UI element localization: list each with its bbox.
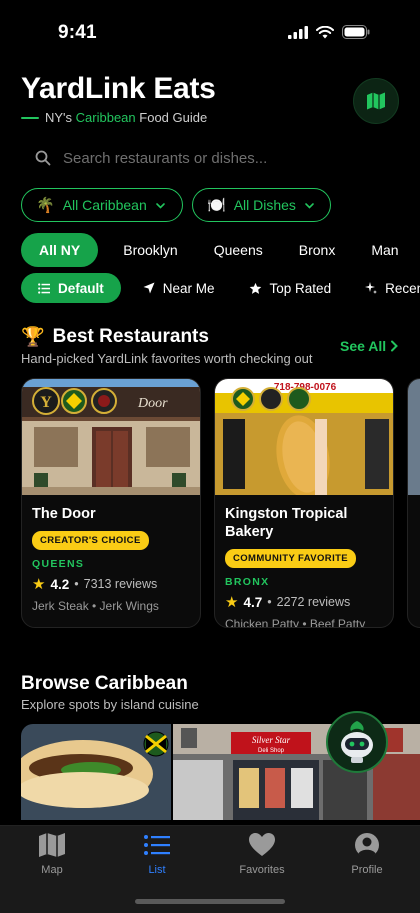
- tab-brooklyn[interactable]: Brooklyn: [98, 233, 195, 267]
- review-count: 2272 reviews: [276, 595, 351, 609]
- tab-queens[interactable]: Queens: [196, 233, 281, 267]
- restaurant-name: Kingston Tropical Bakery: [225, 506, 348, 540]
- app-subtitle: NY's Caribbean Food Guide: [21, 110, 207, 125]
- sort-default[interactable]: Default: [21, 273, 121, 303]
- app-title: YardLink Eats: [21, 72, 216, 105]
- rating-value: 4.2: [50, 576, 70, 592]
- status-icons: [288, 25, 370, 39]
- trophy-icon: 🏆: [21, 327, 45, 348]
- plate-icon: 🍽️: [207, 197, 226, 214]
- tab-manhattan[interactable]: Man: [353, 233, 416, 267]
- see-all-link[interactable]: See All: [340, 338, 399, 354]
- search-input[interactable]: [63, 149, 363, 167]
- restaurant-photo: Y Door: [22, 379, 200, 495]
- tab-favorites-label: Favorites: [239, 864, 285, 876]
- restaurant-card[interactable]: 718-798-0076 Kingston Tropical Bakery CO…: [214, 378, 394, 628]
- signature-dishes: Jerk Steak • Jerk Wings: [32, 599, 159, 613]
- borough-label: BRONX: [225, 576, 270, 588]
- tab-map[interactable]: Map: [17, 832, 87, 876]
- tab-list-label: List: [148, 864, 166, 876]
- sort-top-rated[interactable]: Top Rated: [232, 273, 349, 303]
- review-count: 7313 reviews: [83, 577, 158, 591]
- map-view-button[interactable]: [353, 78, 399, 124]
- dot-separator: •: [267, 595, 272, 609]
- star-icon: ★: [225, 594, 239, 611]
- tab-list[interactable]: List: [122, 832, 192, 876]
- rating-row: ★ 4.2 • 7313 reviews: [32, 575, 200, 593]
- borough-label: QUEENS: [32, 558, 85, 570]
- shop-sign-text: Silver Star: [252, 735, 291, 745]
- location-arrow-icon: [143, 282, 155, 294]
- map-icon: [39, 833, 65, 857]
- browse-caribbean-subtitle: Explore spots by island cuisine: [21, 697, 199, 712]
- browse-caribbean-title: Browse Caribbean: [21, 673, 188, 694]
- sort-top-rated-label: Top Rated: [269, 280, 332, 296]
- subtitle-prefix: NY's: [45, 110, 76, 125]
- sort-near-me[interactable]: Near Me: [121, 273, 232, 303]
- dishes-filter[interactable]: 🍽️ All Dishes: [192, 188, 331, 222]
- wifi-icon: [316, 25, 334, 38]
- tab-all-ny[interactable]: All NY: [21, 233, 99, 267]
- restaurant-name: The Door: [32, 506, 96, 522]
- star-icon: [249, 282, 261, 294]
- dishes-filter-label: All Dishes: [233, 197, 296, 213]
- profile-icon: [355, 833, 379, 858]
- heart-icon: [249, 833, 275, 856]
- svg-text:Deli Shop: Deli Shop: [258, 748, 285, 754]
- creators-choice-badge: CREATOR'S CHOICE: [32, 531, 149, 550]
- best-restaurants-title: 🏆 Best Restaurants: [21, 325, 209, 349]
- tab-map-label: Map: [41, 864, 63, 876]
- region-tabs: All NY Brooklyn Queens Bronx Man: [21, 233, 417, 267]
- search-bar[interactable]: [21, 138, 399, 178]
- sparkle-icon: [365, 282, 378, 294]
- signal-icon: [288, 25, 308, 39]
- community-favorite-badge: COMMUNITY FAVORITE: [225, 549, 357, 568]
- status-bar: 9:41: [0, 0, 420, 62]
- cuisine-filter[interactable]: 🌴 All Caribbean: [21, 188, 183, 222]
- tab-profile-label: Profile: [351, 864, 383, 876]
- list-icon: [38, 282, 50, 294]
- search-icon: [35, 150, 51, 166]
- map-icon: [367, 92, 385, 110]
- best-restaurants-subtitle: Hand-picked YardLink favorites worth che…: [21, 351, 313, 366]
- assistant-bot-button[interactable]: [326, 711, 388, 773]
- subtitle-highlight: Caribbean: [75, 110, 136, 125]
- tab-favorites[interactable]: Favorites: [227, 832, 297, 876]
- home-indicator: [135, 899, 285, 904]
- see-all-label: See All: [340, 338, 387, 354]
- tab-bronx[interactable]: Bronx: [281, 233, 354, 267]
- star-icon: ★: [32, 576, 46, 593]
- chevron-down-icon: [155, 202, 165, 209]
- restaurant-card[interactable]: Y Door The Door CREATOR'S CHOICE QUEENS …: [21, 378, 201, 628]
- restaurant-card-peek[interactable]: [407, 378, 420, 628]
- jamaica-cuisine-tile[interactable]: [21, 724, 171, 820]
- dot-separator: •: [74, 577, 79, 591]
- sort-recent-label: Recen: [385, 280, 420, 296]
- status-time: 9:41: [58, 22, 97, 43]
- list-icon: [144, 835, 170, 855]
- palm-tree-icon: 🌴: [36, 197, 55, 214]
- sort-near-me-label: Near Me: [162, 280, 215, 296]
- best-title-text: Best Restaurants: [52, 326, 209, 347]
- sort-chips: Default Near Me Top Rated Recen: [21, 273, 420, 303]
- sort-default-label: Default: [58, 280, 104, 296]
- svg-text:Y: Y: [40, 394, 52, 411]
- rating-row: ★ 4.7 • 2272 reviews: [225, 593, 393, 611]
- chevron-right-icon: [391, 340, 399, 352]
- chevron-down-icon: [305, 202, 314, 209]
- restaurant-photo: [408, 379, 420, 495]
- rating-value: 4.7: [243, 594, 263, 610]
- subtitle-dash: [21, 116, 39, 119]
- robot-mascot-icon: [341, 721, 373, 763]
- battery-icon: [342, 25, 370, 39]
- storefront-sign-text: Door: [137, 396, 168, 411]
- signature-dishes: Chicken Patty • Beef Patty: [225, 617, 366, 628]
- restaurant-photo: 718-798-0076: [215, 379, 393, 495]
- cuisine-filter-label: All Caribbean: [62, 197, 147, 213]
- tab-profile[interactable]: Profile: [332, 832, 402, 876]
- subtitle-suffix: Food Guide: [135, 110, 208, 125]
- sort-recent[interactable]: Recen: [348, 273, 420, 303]
